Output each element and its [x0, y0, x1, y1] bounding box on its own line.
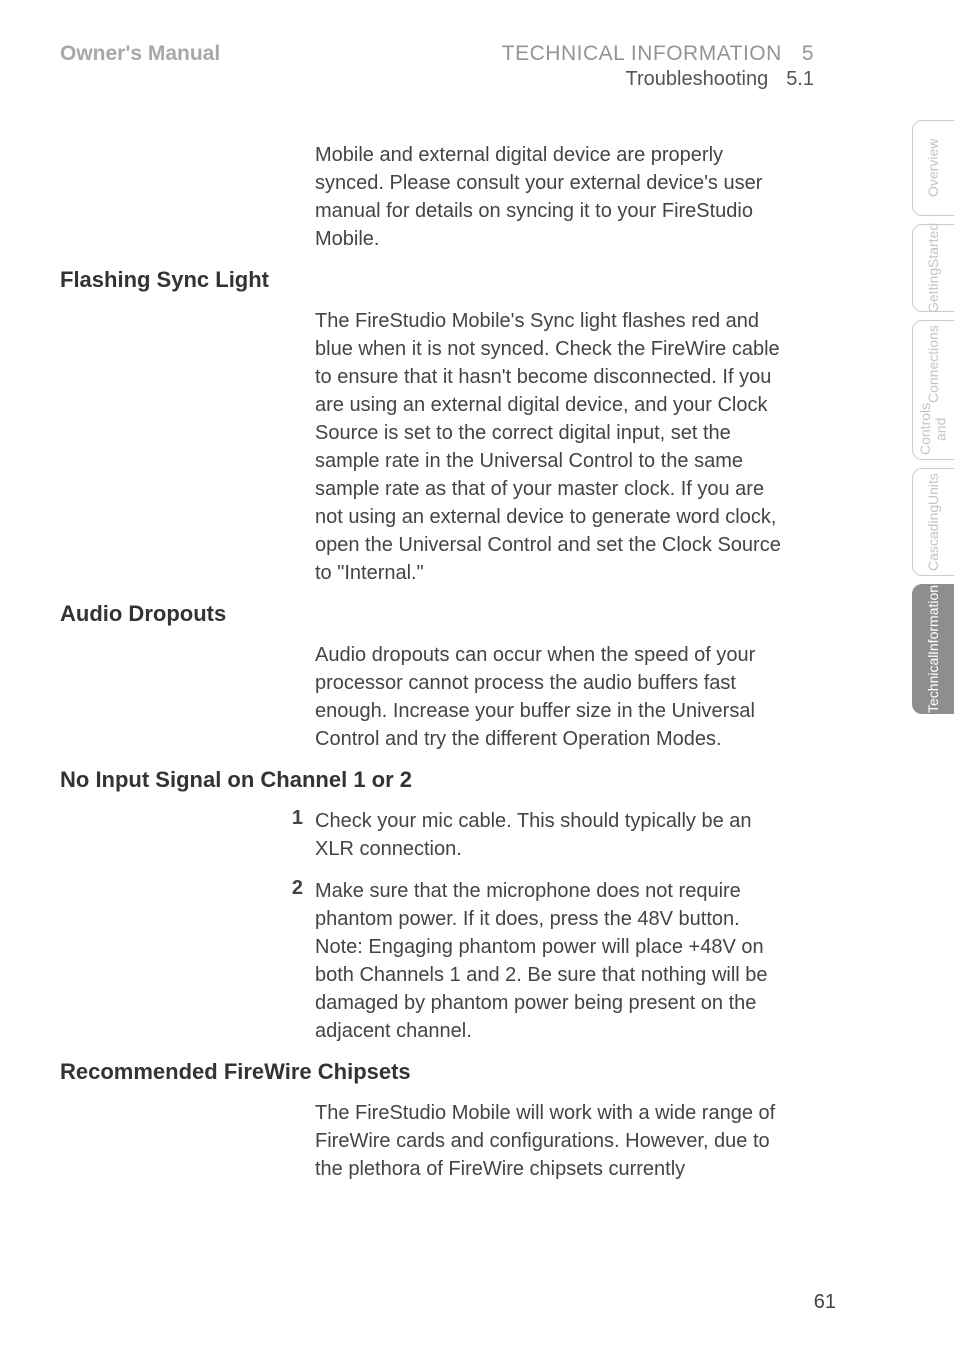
list-item: 1 Check your mic cable. This should typi…: [275, 807, 784, 863]
list-number: 1: [275, 807, 315, 863]
audio-dropouts-heading: Audio Dropouts: [60, 601, 894, 627]
firewire-chipsets-body: The FireStudio Mobile will work with a w…: [315, 1099, 784, 1183]
tab-technical-information[interactable]: Technical Information: [912, 584, 954, 714]
tab-label: Overview: [926, 139, 941, 197]
subsection-number: 5.1: [786, 68, 814, 90]
list-number: 2: [275, 877, 315, 1045]
tab-overview[interactable]: Overview: [912, 120, 954, 216]
tab-label-line1: Cascading: [926, 505, 941, 571]
flashing-sync-heading: Flashing Sync Light: [60, 267, 894, 293]
tab-label-line2: Units: [926, 473, 941, 505]
owners-manual-label: Owner's Manual: [60, 42, 315, 91]
list-text: Check your mic cable. This should typica…: [315, 807, 784, 863]
tab-label-line1: Controls and: [918, 403, 949, 455]
tab-getting-started[interactable]: Getting Started: [912, 224, 954, 312]
page-header: Owner's Manual TECHNICAL INFORMATION 5 Tr…: [60, 42, 894, 91]
section-title: TECHNICAL INFORMATION: [502, 42, 782, 65]
tab-controls-connections[interactable]: Controls and Connections: [912, 320, 954, 460]
flashing-sync-body: The FireStudio Mobile's Sync light flash…: [315, 307, 784, 587]
section-number: 5: [802, 42, 814, 65]
intro-continuation-text: Mobile and external digital device are p…: [315, 141, 784, 253]
subsection-title: Troubleshooting: [626, 68, 769, 90]
audio-dropouts-body: Audio dropouts can occur when the speed …: [315, 641, 784, 753]
header-right: TECHNICAL INFORMATION 5 Troubleshooting 5.…: [315, 42, 894, 91]
side-tabs: Overview Getting Started Controls and Co…: [912, 120, 954, 714]
page-number: 61: [814, 1291, 836, 1314]
tab-label-line2: Information: [926, 585, 941, 655]
no-input-heading: No Input Signal on Channel 1 or 2: [60, 767, 894, 793]
tab-label-line2: Started: [926, 223, 941, 268]
list-text: Make sure that the microphone does not r…: [315, 877, 784, 1045]
tab-cascading-units[interactable]: Cascading Units: [912, 468, 954, 576]
tab-label-line2: Connections: [926, 325, 941, 403]
subsection-title-line: Troubleshooting 5.1: [315, 68, 814, 91]
list-item: 2 Make sure that the microphone does not…: [275, 877, 784, 1045]
tab-label-line1: Technical: [926, 655, 941, 713]
tab-label-line1: Getting: [926, 268, 941, 313]
firewire-chipsets-heading: Recommended FireWire Chipsets: [60, 1059, 894, 1085]
section-title-line: TECHNICAL INFORMATION 5: [315, 42, 814, 66]
